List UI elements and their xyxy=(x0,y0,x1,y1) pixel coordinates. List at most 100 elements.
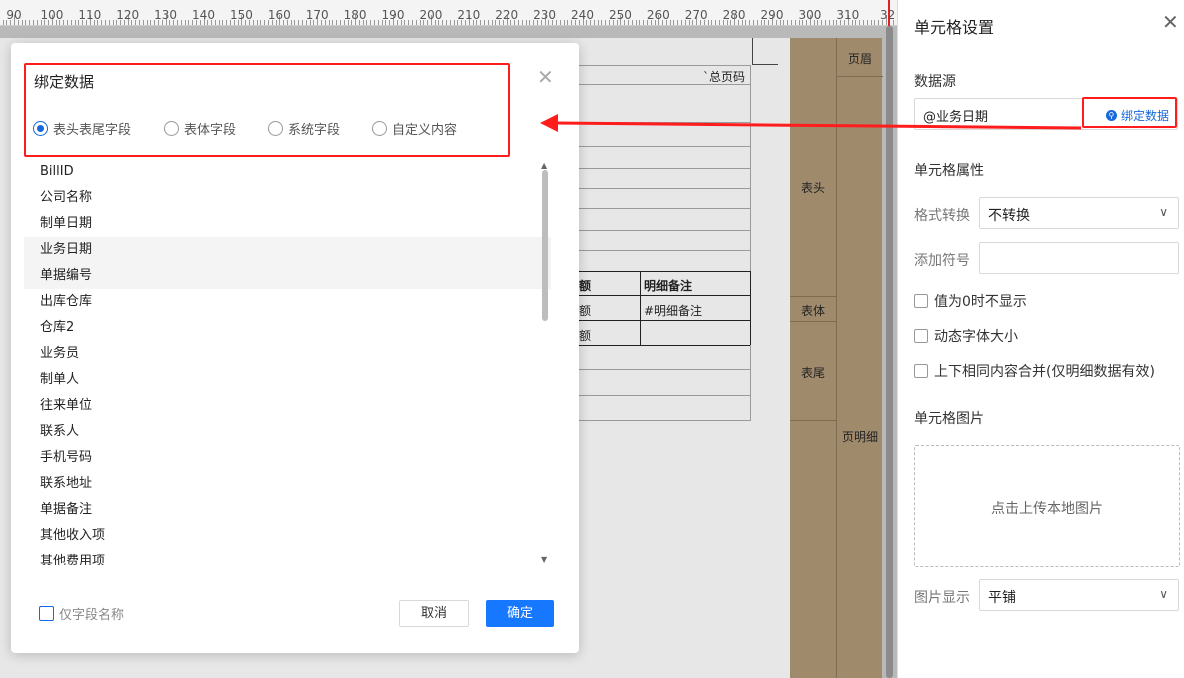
scroll-up-icon[interactable]: ▲ xyxy=(541,161,547,170)
ruler-tick xyxy=(298,20,300,25)
field-list-item[interactable]: 制单人 xyxy=(24,367,551,393)
ruler-tick xyxy=(32,20,34,25)
ruler-tick xyxy=(567,20,569,25)
data-source-value: @业务日期 xyxy=(923,110,989,125)
field-list-item[interactable]: 往来单位 xyxy=(24,393,551,419)
field-list-item[interactable]: 手机号码 xyxy=(24,445,551,471)
field-list[interactable]: BillID 公司名称 制单日期 业务日期 单据编号 出库仓库 仓库2 业务员 制单人 往来单位联… xyxy=(24,159,551,565)
ruler-tick xyxy=(787,20,789,25)
ruler-tick xyxy=(260,20,262,25)
checkbox-icon[interactable] xyxy=(914,294,928,308)
ruler-tick xyxy=(866,20,868,25)
ruler-tick xyxy=(101,20,103,25)
band-table-footer[interactable]: 表尾 xyxy=(790,364,836,381)
scroll-down-icon[interactable]: ▼ xyxy=(541,555,547,564)
ruler-tick xyxy=(681,20,683,25)
field-list-item[interactable]: 业务日期 xyxy=(24,237,551,263)
merge-checkbox[interactable]: 上下相同内容合并(仅明细数据有效) xyxy=(914,361,1155,381)
hide-zero-checkbox[interactable]: 值为0时不显示 xyxy=(914,291,1027,311)
merge-label: 上下相同内容合并(仅明细数据有效) xyxy=(934,364,1155,380)
cell-image-label: 单元格图片 xyxy=(914,411,984,427)
ruler-tick xyxy=(718,20,720,25)
ruler-tick xyxy=(790,20,792,25)
cell-settings-panel: 单元格设置 ✕ 数据源 @业务日期 ⚲ 绑定数据 单元格属性 格式转换 不转换 … xyxy=(897,0,1184,678)
ruler-tick xyxy=(142,20,144,25)
ruler-tick xyxy=(252,20,254,25)
band-table-body[interactable]: 表体 xyxy=(790,302,836,319)
ruler-tick xyxy=(593,20,595,25)
ruler-label: 240 xyxy=(571,8,594,22)
field-list-item[interactable]: 其他收入项 xyxy=(24,523,551,549)
radio-body-fields[interactable]: 表体字段 xyxy=(164,119,236,138)
table-cell-amount-2[interactable]: 额 xyxy=(579,327,591,344)
ruler-tick xyxy=(377,20,379,25)
ruler-label: 220 xyxy=(495,8,519,22)
ruler-tick xyxy=(783,20,785,25)
ruler-tick xyxy=(669,20,671,25)
close-icon[interactable]: ✕ xyxy=(537,65,554,89)
table-cell-amount[interactable]: 额 xyxy=(579,302,591,319)
ruler-tick xyxy=(176,20,178,25)
ruler-tick xyxy=(36,20,38,25)
band-table-header[interactable]: 表头 xyxy=(790,179,836,196)
cancel-button[interactable]: 取消 xyxy=(399,600,469,627)
ruler-tick xyxy=(294,20,296,25)
ruler-marker xyxy=(888,0,890,26)
field-list-item[interactable]: BillID xyxy=(24,159,551,185)
field-list-item[interactable]: 公司名称 xyxy=(24,185,551,211)
ruler-tick xyxy=(366,20,368,25)
field-list-scrollbar[interactable] xyxy=(542,170,548,321)
ruler-tick xyxy=(597,20,599,25)
ruler-tick xyxy=(559,20,561,25)
add-symbol-input[interactable] xyxy=(979,242,1179,274)
ruler-tick xyxy=(521,20,523,25)
table-cell-detail-note[interactable]: #明细备注 xyxy=(644,302,702,319)
radio-custom-content[interactable]: 自定义内容 xyxy=(372,119,457,138)
checkbox-icon[interactable] xyxy=(914,364,928,378)
only-field-name-checkbox[interactable]: 仅字段名称 xyxy=(39,604,124,623)
ruler-tick xyxy=(264,20,266,25)
image-display-select[interactable]: 平铺 ∨ xyxy=(979,579,1179,611)
field-list-item[interactable]: 仓库2 xyxy=(24,315,551,341)
ruler-tick xyxy=(67,20,69,25)
ruler-tick xyxy=(446,20,448,25)
field-list-item[interactable]: 联系地址 xyxy=(24,471,551,497)
radio-icon[interactable] xyxy=(33,121,48,136)
radio-system-fields[interactable]: 系统字段 xyxy=(268,119,340,138)
radio-icon[interactable] xyxy=(164,121,179,136)
band-page-header[interactable]: 页眉 xyxy=(837,50,883,67)
field-list-item[interactable]: 单据编号 xyxy=(24,263,551,289)
radio-icon[interactable] xyxy=(372,121,387,136)
canvas-scrollbar[interactable] xyxy=(886,26,893,678)
ruler-tick xyxy=(2,20,4,25)
checkbox-icon[interactable] xyxy=(914,329,928,343)
field-list-item[interactable]: 业务员 xyxy=(24,341,551,367)
dynamic-font-label: 动态字体大小 xyxy=(934,329,1018,345)
ruler-tick xyxy=(794,20,796,25)
radio-icon[interactable] xyxy=(268,121,283,136)
field-list-item[interactable]: 单据备注 xyxy=(24,497,551,523)
field-list-item[interactable]: 制单日期 xyxy=(24,211,551,237)
add-symbol-label: 添加符号 xyxy=(914,253,970,269)
field-list-item[interactable]: 其他费用项 xyxy=(24,549,551,565)
radio-label: 表体字段 xyxy=(184,123,237,138)
ruler-label: 150 xyxy=(229,8,253,22)
field-type-highlight xyxy=(24,63,510,157)
ruler-tick xyxy=(150,20,152,25)
close-icon[interactable]: ✕ xyxy=(1162,10,1179,34)
ruler-tick xyxy=(302,20,304,25)
band-column-pages: 页眉 页明细 xyxy=(836,38,883,678)
format-select[interactable]: 不转换 ∨ xyxy=(979,197,1179,229)
confirm-button[interactable]: 确定 xyxy=(486,600,554,627)
dynamic-font-checkbox[interactable]: 动态字体大小 xyxy=(914,326,1018,346)
field-list-item[interactable]: 联系人 xyxy=(24,419,551,445)
image-upload-area[interactable]: 点击上传本地图片 xyxy=(914,445,1180,567)
radio-header-footer-fields[interactable]: 表头表尾字段 xyxy=(33,119,131,138)
horizontal-ruler: 90 100 110 120 130 140 150 160 170 180 190 200 210 22… xyxy=(0,0,897,26)
ruler-tick xyxy=(112,20,114,25)
ruler-label: 190 xyxy=(381,8,405,22)
band-page-detail[interactable]: 页明细 xyxy=(837,428,883,445)
ruler-tick xyxy=(677,20,679,25)
checkbox-icon[interactable] xyxy=(39,606,54,621)
field-list-item[interactable]: 出库仓库 xyxy=(24,289,551,315)
